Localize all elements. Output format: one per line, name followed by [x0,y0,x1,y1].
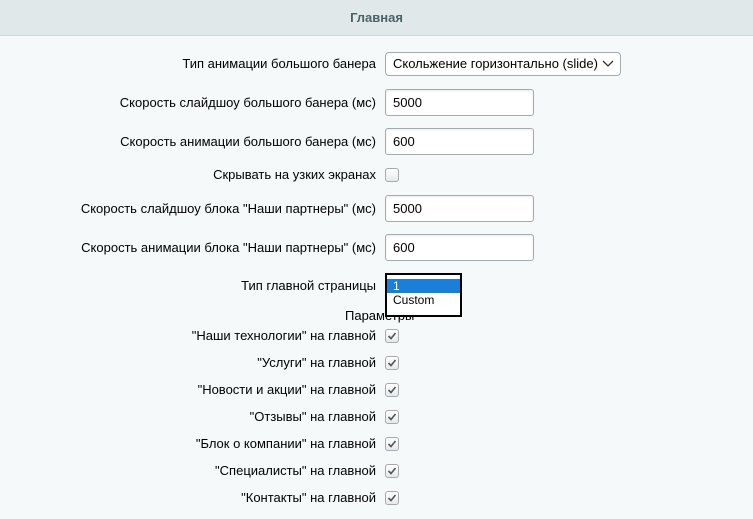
checkmark-icon [387,440,397,448]
param-row: "Новости и акции" на главной [0,376,753,404]
section-header: Главная [0,0,753,36]
param-row: "Специалисты" на главной [0,457,753,485]
param-checkbox[interactable] [385,464,399,478]
checkmark-icon [387,467,397,475]
checkmark-icon [387,359,397,367]
row-banner-slideshow-speed: Скорость слайдшоу большого банера (мс) 5… [0,89,753,117]
partners-anim-speed-label: Скорость анимации блока "Наши партнеры" … [81,240,376,255]
param-label: "Отзывы" на главной [249,409,376,424]
param-checkbox[interactable] [385,410,399,424]
hide-narrow-checkbox[interactable] [385,168,399,182]
param-checkbox[interactable] [385,356,399,370]
param-row: "Наши технологии" на главной [0,322,753,350]
param-label: "Наши технологии" на главной [191,328,376,343]
param-checkbox[interactable] [385,491,399,505]
param-checkbox[interactable] [385,383,399,397]
param-row: "Услуги" на главной [0,349,753,377]
row-home-type: Тип главной страницы [0,272,753,300]
param-row: "Контакты" на главной [0,484,753,512]
row-partners-anim-speed: Скорость анимации блока "Наши партнеры" … [0,234,753,262]
banner-anim-speed-label: Скорость анимации большого банера (мс) [120,134,376,149]
param-row: "Отзывы" на главной [0,403,753,431]
partners-slideshow-speed-label: Скорость слайдшоу блока "Наши партнеры" … [80,201,376,216]
param-checkbox[interactable] [385,329,399,343]
param-label: "Услуги" на главной [257,355,376,370]
param-label: "Специалисты" на главной [215,463,376,478]
banner-anim-type-value: Скольжение горизонтально (slide) [393,56,598,71]
banner-anim-type-select[interactable]: Скольжение горизонтально (slide) [385,52,621,76]
param-checkbox[interactable] [385,437,399,451]
row-banner-anim-type: Тип анимации большого банера Скольжение … [0,50,753,78]
banner-anim-speed-input[interactable]: 600 [385,128,534,155]
hide-narrow-label: Скрывать на узких экранах [213,167,376,182]
param-label: "Блок о компании" на главной [195,436,376,451]
section-title: Главная [350,10,403,25]
partners-slideshow-speed-input[interactable]: 5000 [385,195,534,222]
checkmark-icon [387,386,397,394]
checkmark-icon [387,332,397,340]
banner-slideshow-speed-input[interactable]: 5000 [385,89,534,116]
partners-anim-speed-input[interactable]: 600 [385,234,534,261]
checkmark-icon [387,494,397,502]
param-label: "Контакты" на главной [241,490,376,505]
param-label: "Новости и акции" на главной [197,382,376,397]
home-type-option-1[interactable]: 1 [387,279,460,293]
home-type-option-custom[interactable]: Custom [387,293,460,307]
home-type-label: Тип главной страницы [241,278,376,293]
banner-anim-type-label: Тип анимации большого банера [182,56,376,71]
row-partners-slideshow-speed: Скорость слайдшоу блока "Наши партнеры" … [0,195,753,223]
row-hide-narrow: Скрывать на узких экранах [0,161,753,189]
param-row: "Блок о компании" на главной [0,430,753,458]
home-type-listbox[interactable]: 1 Custom [385,273,462,317]
chevron-down-icon [602,60,614,67]
banner-slideshow-speed-label: Скорость слайдшоу большого банера (мс) [119,95,376,110]
row-banner-anim-speed: Скорость анимации большого банера (мс) 6… [0,128,753,156]
checkmark-icon [387,413,397,421]
